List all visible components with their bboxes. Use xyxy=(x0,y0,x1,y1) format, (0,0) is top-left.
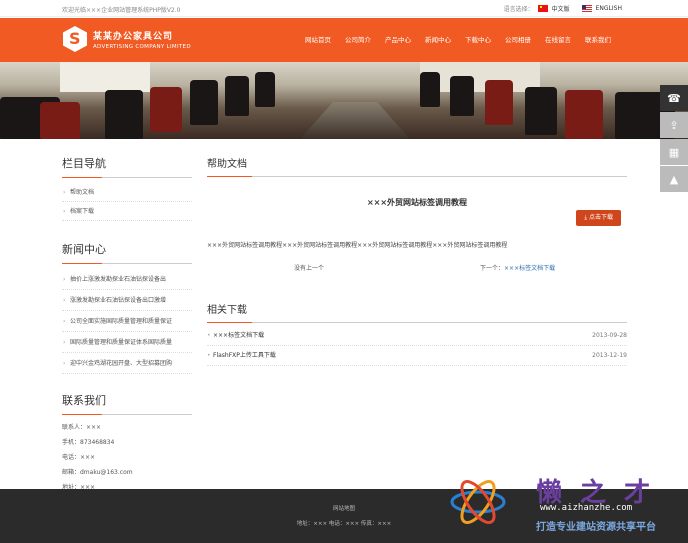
next-link[interactable]: ×××标签文档下载 xyxy=(504,265,555,272)
news-center-title: 新闻中心 xyxy=(62,241,192,264)
prev-item: 没有上一个 xyxy=(294,265,325,272)
share-icon[interactable]: ⇪ xyxy=(660,112,688,138)
header: S 某某办公家具公司 ADVERTISING COMPANY LIMITED 网… xyxy=(0,18,688,62)
watermark-slogan: 打造专业建站资源共享平台 xyxy=(536,522,656,533)
related-item-date: 2013-12-19 xyxy=(592,352,627,359)
language-switch: 语言选择： 中文版 ENGLISH xyxy=(504,4,622,13)
related-item-title[interactable]: ×××标签文档下载 xyxy=(213,332,264,339)
download-button-label: 点击下载 xyxy=(588,214,613,221)
news-item[interactable]: 涨激发勘探业石油钻探设备出口激增 xyxy=(62,290,192,311)
nav-downloads[interactable]: 下载中心 xyxy=(458,34,498,44)
nav-album[interactable]: 公司相册 xyxy=(498,34,538,44)
lang-cn-link[interactable]: 中文版 xyxy=(552,4,570,13)
news-item[interactable]: 抽价上涨激发勘探业石油钻探设备出 xyxy=(62,269,192,290)
customer-service-icon[interactable]: ☎ xyxy=(660,85,688,111)
contact-mobile: 手机：873468834 xyxy=(62,439,115,446)
related-title: 相关下载 xyxy=(207,301,627,323)
document-title: ×××外贸网站标签调用教程 xyxy=(366,198,468,207)
contact-title: 联系我们 xyxy=(62,392,192,415)
nav-message[interactable]: 在线留言 xyxy=(538,34,578,44)
china-flag-icon[interactable] xyxy=(537,5,548,12)
logo-icon: S xyxy=(63,26,87,52)
main-nav: 网站首页 公司简介 产品中心 新闻中心 下载中心 公司相册 在线留言 联系我们 xyxy=(298,34,618,44)
banner-image xyxy=(0,62,688,139)
contact-email: 邮箱：dmaku@163.com xyxy=(62,469,133,476)
welcome-text: 欢迎光临×××企业网站管理系统PHP版V2.0 xyxy=(62,7,181,14)
sidebar: 栏目导航 帮助文档 档案下载 新闻中心 抽价上涨激发勘探业石油钻探设备出 涨激发… xyxy=(62,155,192,495)
related-item-date: 2013-09-28 xyxy=(592,332,627,339)
download-button[interactable]: ⤓ 点击下载 xyxy=(576,210,621,226)
news-item[interactable]: 公司全面实施国际质量管理和质量保证 xyxy=(62,311,192,332)
related-downloads: 相关下载 ×××标签文档下载 2013-09-28 FlashFXP上传工具下载… xyxy=(207,301,627,366)
watermark-url: www.aizhanzhe.com xyxy=(540,503,633,513)
nav-about[interactable]: 公司简介 xyxy=(338,34,378,44)
back-to-top-icon[interactable]: ▲ xyxy=(660,166,688,192)
sidebar-item-archive-download[interactable]: 档案下载 xyxy=(62,202,192,221)
company-name: 某某办公家具公司 xyxy=(93,31,174,42)
company-name-en: ADVERTISING COMPANY LIMITED xyxy=(93,43,191,50)
qrcode-icon[interactable]: ▦ xyxy=(660,139,688,165)
contact-phone: 电话：××× xyxy=(62,454,96,461)
contact-person: 联系人：××× xyxy=(62,424,102,431)
list-item[interactable]: FlashFXP上传工具下载 2013-12-19 xyxy=(207,346,627,366)
list-item[interactable]: ×××标签文档下载 2013-09-28 xyxy=(207,326,627,346)
language-label: 语言选择： xyxy=(503,6,534,13)
nav-home[interactable]: 网站首页 xyxy=(298,34,338,44)
lang-en-link[interactable]: ENGLISH xyxy=(596,5,622,12)
us-flag-icon[interactable] xyxy=(581,5,592,12)
news-item[interactable]: 国际质量管理和质量保证体系国际质量 xyxy=(62,332,192,353)
document-body: ×××外贸网站标签调用教程×××外贸网站标签调用教程×××外贸网站标签调用教程×… xyxy=(207,242,508,249)
watermark-logo-icon xyxy=(450,480,506,524)
next-item: 下一个：×××标签文档下载 xyxy=(480,263,555,272)
top-bar: 欢迎光临×××企业网站管理系统PHP版V2.0 语言选择： 中文版 ENGLIS… xyxy=(0,0,688,17)
nav-news[interactable]: 新闻中心 xyxy=(418,34,458,44)
page-title: 帮助文档 xyxy=(207,155,627,177)
main-content: 帮助文档 ×××外贸网站标签调用教程 ⤓ 点击下载 ×××外贸网站标签调用教程×… xyxy=(207,155,627,366)
news-item[interactable]: 迎中兴金鸡湖花园开盘、大型招募团购 xyxy=(62,353,192,374)
sidebar-item-help-docs[interactable]: 帮助文档 xyxy=(62,183,192,202)
watermark: 懒之才 www.aizhanzhe.com 打造专业建站资源共享平台 xyxy=(448,470,688,543)
logo[interactable]: S 某某办公家具公司 ADVERTISING COMPANY LIMITED xyxy=(63,26,191,52)
column-nav-title: 栏目导航 xyxy=(62,155,192,178)
nav-products[interactable]: 产品中心 xyxy=(378,34,418,44)
related-item-title[interactable]: FlashFXP上传工具下载 xyxy=(213,352,276,359)
side-toolbar: ☎ ⇪ ▦ ▲ xyxy=(660,85,688,193)
nav-contact[interactable]: 联系我们 xyxy=(578,34,618,44)
next-label: 下一个： xyxy=(480,265,505,272)
